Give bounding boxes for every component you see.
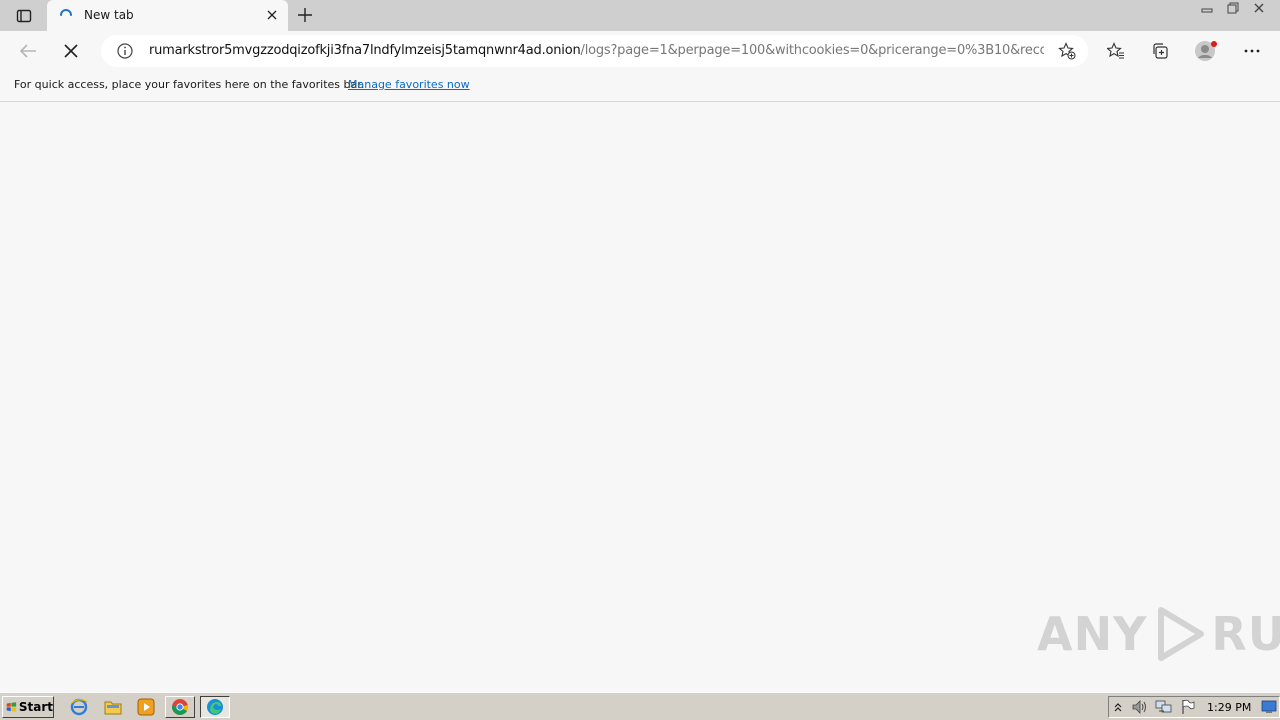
quicklaunch-explorer[interactable]	[102, 697, 124, 717]
watermark-text-left: ANY	[1037, 607, 1148, 661]
tab-new-tab[interactable]: New tab	[47, 0, 288, 31]
network-button[interactable]	[1153, 697, 1175, 717]
taskbar-edge[interactable]	[200, 696, 230, 718]
manage-favorites-link[interactable]: Manage favorites now	[348, 78, 470, 91]
system-tray: 1:29 PM	[1108, 696, 1280, 718]
favorites-button[interactable]	[1104, 39, 1128, 63]
internet-explorer-icon	[70, 698, 88, 716]
quicklaunch-media-player[interactable]	[135, 697, 157, 717]
plus-icon	[298, 8, 312, 22]
stop-loading-button[interactable]	[57, 37, 85, 65]
start-button[interactable]: Start	[2, 696, 54, 718]
media-player-icon	[137, 698, 155, 716]
show-hidden-icons-button[interactable]	[1111, 697, 1125, 717]
flag-icon	[1182, 699, 1195, 714]
browser-toolbar: rumarkstror5mvgzzodqizofkji3fna7lndfylmz…	[0, 31, 1280, 71]
close-icon	[1254, 3, 1264, 13]
anyrun-watermark: ANY RUN	[1037, 604, 1280, 664]
folder-icon	[104, 701, 122, 715]
show-desktop-button[interactable]	[1259, 697, 1279, 717]
back-arrow-icon	[19, 44, 36, 58]
edge-icon	[207, 699, 223, 715]
collections-icon	[1153, 43, 1168, 59]
add-favorite-icon[interactable]	[1058, 42, 1076, 60]
url-path: /logs?page=1&perpage=100&withcookies=0&p…	[580, 43, 1044, 58]
more-dots-icon	[1244, 49, 1260, 53]
site-info-icon[interactable]	[117, 43, 133, 59]
speaker-icon	[1132, 700, 1146, 714]
play-logo-icon	[1158, 607, 1205, 661]
window-controls	[1196, 0, 1270, 18]
new-tab-button[interactable]	[294, 4, 316, 26]
url-text[interactable]: rumarkstror5mvgzzodqizofkji3fna7lndfylmz…	[149, 43, 1044, 61]
profile-button[interactable]	[1194, 39, 1218, 63]
minimize-button[interactable]	[1196, 0, 1218, 16]
avatar-icon	[1195, 41, 1217, 61]
clock[interactable]: 1:29 PM	[1207, 701, 1251, 714]
window-close-button[interactable]	[1248, 0, 1270, 16]
collections-button[interactable]	[1148, 39, 1172, 63]
start-label: Start	[18, 700, 53, 714]
address-bar[interactable]: rumarkstror5mvgzzodqizofkji3fna7lndfylmz…	[101, 35, 1088, 67]
favorites-star-icon	[1107, 42, 1124, 59]
chrome-icon	[171, 699, 189, 715]
tab-close-button[interactable]	[264, 7, 280, 23]
taskbar-chrome[interactable]	[165, 696, 195, 718]
restore-button[interactable]	[1222, 0, 1244, 16]
tab-strip: New tab	[0, 0, 1280, 31]
restore-icon	[1227, 2, 1239, 14]
windows-logo-icon	[6, 702, 17, 712]
action-center-button[interactable]	[1177, 697, 1199, 717]
page-content	[0, 103, 1280, 691]
chevron-up-icon	[1114, 703, 1122, 712]
tab-actions-button[interactable]	[8, 5, 40, 27]
stop-x-icon	[64, 44, 78, 58]
watermark-text-right: RUN	[1211, 607, 1280, 661]
network-icon	[1155, 700, 1172, 713]
url-host: rumarkstror5mvgzzodqizofkji3fna7lndfylmz…	[149, 43, 581, 58]
desktop-icon	[1261, 700, 1277, 713]
tab-actions-icon	[16, 9, 32, 23]
loading-spinner-icon	[60, 9, 72, 16]
taskbar: Start 1:29 PM	[0, 692, 1280, 720]
volume-button[interactable]	[1129, 697, 1151, 717]
favorites-bar: For quick access, place your favorites h…	[0, 71, 1280, 102]
favorites-bar-message: For quick access, place your favorites h…	[14, 78, 365, 91]
close-icon	[267, 10, 277, 20]
quicklaunch-ie[interactable]	[68, 697, 90, 717]
back-button[interactable]	[14, 37, 42, 65]
tab-title: New tab	[84, 8, 134, 22]
minimize-icon	[1201, 8, 1213, 13]
settings-more-button[interactable]	[1240, 39, 1264, 63]
